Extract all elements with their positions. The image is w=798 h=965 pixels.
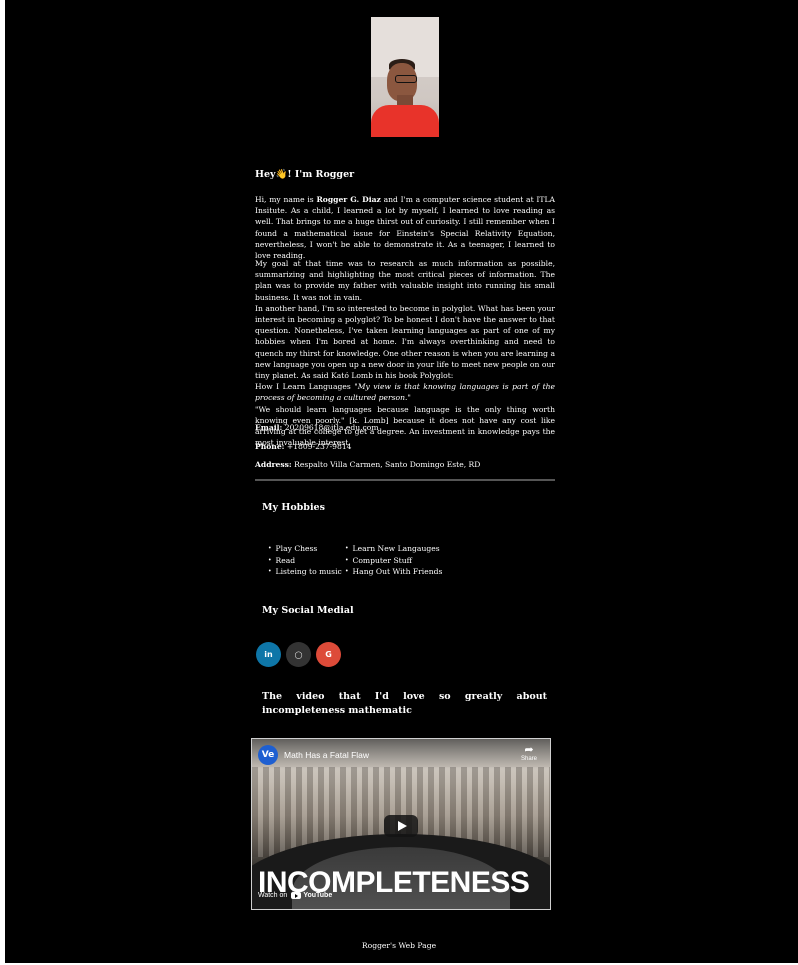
list-item: Hang Out With Friends (345, 566, 443, 578)
google-button[interactable]: G (316, 642, 341, 667)
video-title[interactable]: Math Has a Fatal Flaw (284, 750, 369, 760)
section-divider (255, 479, 555, 481)
play-button[interactable] (384, 815, 418, 837)
social-title: My Social Medial (262, 605, 354, 616)
intro-text-rest: and I'm a computer science student at IT… (255, 195, 555, 261)
share-icon: ➦ (524, 744, 534, 756)
polyglot-text: In another hand, I'm so interested to be… (255, 303, 555, 381)
list-item: Computer Stuff (345, 555, 442, 567)
video-embed[interactable]: Ve Math Has a Fatal Flaw ➦ Share INCOMPL… (251, 738, 551, 910)
address-value: Respalto Villa Carmen, Santo Domingo Est… (291, 460, 481, 469)
author-name: Rogger G. Diaz (316, 195, 381, 204)
hobbies-column-2: Learn New Langauges Computer Stuff Hang … (345, 543, 443, 578)
watch-on-youtube-link[interactable]: Watch on YouTube (258, 892, 332, 899)
goal-text: My goal at that time was to research as … (255, 259, 555, 302)
share-label: Share (520, 756, 537, 762)
list-item: Listeing to music (268, 566, 342, 578)
list-item: Read (268, 555, 342, 567)
profile-photo (371, 17, 439, 137)
youtube-label: YouTube (303, 892, 333, 899)
page-left-edge (0, 0, 5, 965)
address-label: Address: (255, 460, 292, 469)
channel-avatar[interactable]: Ve (258, 745, 278, 765)
intro-text: Hi, my name is (255, 195, 317, 204)
video-section-title: The video that I'd love so greatly about… (262, 691, 547, 716)
share-button[interactable]: ➦ Share (518, 744, 540, 762)
address-line: Address: Respalto Villa Carmen, Santo Do… (255, 460, 480, 469)
email-label: Email: (255, 423, 283, 432)
list-item: Learn New Langauges (345, 543, 442, 555)
email-line: Email: 20209618@itla.edu.com (255, 423, 379, 432)
linkedin-button[interactable]: in (256, 642, 281, 667)
hobbies-column-1: Play Chess Read Listeing to music (268, 543, 342, 578)
list-item: Play Chess (268, 543, 342, 555)
github-button[interactable]: ◯ (286, 642, 311, 667)
watch-on-label: Watch on (258, 892, 288, 899)
linkedin-icon: in (264, 650, 273, 659)
footer-text: Rogger's Web Page (361, 941, 437, 950)
phone-label: Phone: (255, 442, 285, 451)
greeting-title: Hey👋! I'm Rogger (255, 169, 355, 180)
play-icon (397, 821, 407, 831)
phone-value: +1809-237-9814 (284, 442, 352, 451)
email-value: 20209618@itla.edu.com (282, 423, 379, 432)
hobbies-title: My Hobbies (262, 502, 325, 513)
github-icon: ◯ (294, 650, 303, 659)
youtube-logo-icon (291, 892, 302, 899)
goal-paragraph: My goal at that time was to research as … (255, 258, 555, 448)
quote-line: How I Learn Languages "My view is that k… (255, 382, 556, 403)
phone-line: Phone: +1809-237-9814 (255, 442, 352, 451)
intro-paragraph: Hi, my name is Rogger G. Diaz and I'm a … (255, 194, 555, 261)
google-icon: G (325, 650, 332, 659)
